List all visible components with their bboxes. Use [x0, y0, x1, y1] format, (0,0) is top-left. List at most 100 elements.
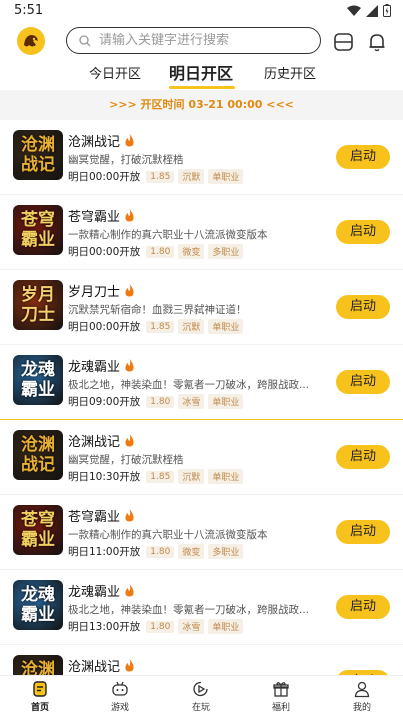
- game-thumbnail[interactable]: 沧渊战记: [13, 655, 63, 675]
- hot-flame-icon: [125, 209, 134, 222]
- game-tag: 单职业: [208, 394, 244, 409]
- game-list-item[interactable]: 沧渊战记 沧渊战记 幽冥觉醒，打破沉默桎梏 明日10:30开放 1.85 沉默 单职业 启动: [0, 420, 403, 495]
- game-tag: 沉默: [178, 319, 205, 334]
- game-title: 沧渊战记: [68, 135, 121, 150]
- gift-icon: [273, 682, 289, 697]
- game-tag: 1.85: [146, 320, 175, 333]
- game-tag: 沉默: [178, 469, 205, 484]
- game-open-time: 明日00:00开放: [68, 171, 141, 183]
- tab-bar: 今日开区 明日开区 历史开区: [0, 62, 403, 90]
- category-icon[interactable]: [333, 31, 355, 53]
- nav-playing-label: 在玩: [191, 703, 210, 713]
- game-list-item[interactable]: 龙魂霸业 龙魂霸业 极北之地，神装染血！零氪者一刀破冰，跨服战政... 明日09:00…: [0, 345, 403, 420]
- game-tag: 单职业: [208, 319, 244, 334]
- game-tag: 多职业: [208, 544, 244, 559]
- game-description: 极北之地，神装染血！零氪者一刀破冰，跨服战政...: [68, 604, 310, 616]
- game-list-item[interactable]: 沧渊战记 沧渊战记 幽冥觉醒，打破沉默桎梏 明日00:00开放 1.85 沉默 单职业 启动: [0, 120, 403, 195]
- game-title-row: 苍穹霸业: [68, 206, 135, 225]
- status-icons: [347, 4, 391, 17]
- game-thumbnail-art: 沧渊战记: [21, 435, 55, 475]
- app-logo[interactable]: [17, 27, 45, 55]
- game-tag: 微变: [178, 544, 205, 559]
- game-description: 沉默禁咒斩宿命！血戮三界弑神证道！: [68, 304, 247, 316]
- nav-mine-label: 我的: [352, 703, 371, 713]
- game-title: 沧渊战记: [68, 660, 121, 675]
- game-tag: 单职业: [208, 169, 244, 184]
- game-meta: 明日00:00开放 1.85 沉默 单职业: [68, 319, 244, 334]
- game-meta: 明日09:00开放 1.80 冰雪 单职业: [68, 394, 244, 409]
- game-open-time: 明日00:00开放: [68, 321, 141, 333]
- game-meta: 明日00:00开放 1.80 微变 多职业: [68, 244, 244, 259]
- game-title-row: 龙魂霸业: [68, 581, 135, 600]
- hot-flame-icon: [125, 359, 134, 372]
- game-list-item[interactable]: 龙魂霸业 龙魂霸业 极北之地，神装染血！零氪者一刀破冰，跨服战政... 明日13:00…: [0, 570, 403, 645]
- game-thumbnail[interactable]: 龙魂霸业: [13, 355, 63, 405]
- game-meta: 明日10:30开放 1.85 沉默 单职业: [68, 469, 244, 484]
- game-description: 一款精心制作的真六职业十八流派微变版本: [68, 229, 268, 241]
- dragon-logo-icon: [24, 35, 38, 47]
- start-button[interactable]: 启动: [336, 145, 390, 169]
- game-thumbnail-art: 苍穹霸业: [21, 210, 55, 250]
- nav-mine[interactable]: 我的: [332, 680, 392, 713]
- game-description: 一款精心制作的真六职业十八流派微变版本: [68, 529, 268, 541]
- status-time: 5:51: [14, 3, 44, 18]
- game-thumbnail[interactable]: 沧渊战记: [13, 430, 63, 480]
- game-thumbnail[interactable]: 沧渊战记: [13, 130, 63, 180]
- start-button[interactable]: 启动: [336, 220, 390, 244]
- tab-today[interactable]: 今日开区: [89, 62, 141, 90]
- game-description: 极北之地，神装染血！零氪者一刀破冰，跨服战政...: [68, 379, 310, 391]
- game-title: 龙魂霸业: [68, 360, 121, 375]
- game-thumbnail-art: 龙魂霸业: [21, 585, 55, 625]
- signal-icon: [366, 4, 378, 17]
- game-thumbnail[interactable]: 岁月刀士: [13, 280, 63, 330]
- search-icon: [79, 34, 91, 46]
- game-thumbnail[interactable]: 苍穹霸业: [13, 205, 63, 255]
- tab-history[interactable]: 历史开区: [264, 62, 316, 90]
- game-title: 沧渊战记: [68, 435, 121, 450]
- hot-flame-icon: [125, 434, 134, 447]
- start-button[interactable]: 启动: [336, 370, 390, 394]
- game-thumbnail[interactable]: 龙魂霸业: [13, 580, 63, 630]
- start-button[interactable]: 启动: [336, 445, 390, 469]
- hot-flame-icon: [125, 659, 134, 672]
- bell-icon[interactable]: [366, 31, 388, 53]
- start-button[interactable]: 启动: [336, 520, 390, 544]
- game-thumbnail-art: 龙魂霸业: [21, 360, 55, 400]
- nav-welfare[interactable]: 福利: [251, 680, 311, 713]
- game-open-time: 明日10:30开放: [68, 471, 141, 483]
- game-title: 苍穹霸业: [68, 210, 121, 225]
- nav-home-label: 首页: [30, 703, 49, 713]
- start-button[interactable]: 启动: [336, 595, 390, 619]
- game-list-item[interactable]: 岁月刀士 岁月刀士 沉默禁咒斩宿命！血戮三界弑神证道！ 明日00:00开放 1.85 沉默…: [0, 270, 403, 345]
- game-title: 苍穹霸业: [68, 510, 121, 525]
- nav-games[interactable]: 游戏: [90, 680, 150, 713]
- game-title: 岁月刀士: [68, 285, 121, 300]
- game-tag: 冰雪: [178, 619, 205, 634]
- game-tag: 单职业: [208, 619, 244, 634]
- start-button[interactable]: 启动: [336, 295, 390, 319]
- search-bar[interactable]: [66, 27, 321, 54]
- game-list-item[interactable]: 苍穹霸业 苍穹霸业 一款精心制作的真六职业十八流派微变版本 明日11:00开放 1.80…: [0, 495, 403, 570]
- game-list-item[interactable]: 苍穹霸业 苍穹霸业 一款精心制作的真六职业十八流派微变版本 明日00:00开放 1.80…: [0, 195, 403, 270]
- game-title-row: 岁月刀士: [68, 281, 135, 300]
- game-list: 沧渊战记 沧渊战记 幽冥觉醒，打破沉默桎梏 明日00:00开放 1.85 沉默 单职业 启动苍…: [0, 120, 403, 675]
- game-title-row: 沧渊战记: [68, 131, 135, 150]
- game-tag: 1.85: [146, 470, 175, 483]
- game-title-row: 龙魂霸业: [68, 356, 135, 375]
- game-description: 幽冥觉醒，打破沉默桎梏: [68, 454, 184, 466]
- game-list-item[interactable]: 沧渊战记沧渊战记启动: [0, 645, 403, 675]
- nav-playing[interactable]: 在玩: [171, 680, 231, 713]
- game-thumbnail-art: 岁月刀士: [21, 285, 55, 325]
- game-title: 龙魂霸业: [68, 585, 121, 600]
- game-thumbnail-art: 沧渊战记: [21, 135, 55, 175]
- bottom-nav: 首页 游戏 在玩 福利 我的: [0, 675, 403, 718]
- game-meta: 明日00:00开放 1.85 沉默 单职业: [68, 169, 244, 184]
- game-tag: 1.80: [146, 245, 175, 258]
- open-time-banner: >>> 开区时间 03-21 00:00 <<<: [0, 90, 403, 120]
- game-meta: 明日13:00开放 1.80 冰雪 单职业: [68, 619, 244, 634]
- game-title-row: 沧渊战记: [68, 431, 135, 450]
- game-thumbnail[interactable]: 苍穹霸业: [13, 505, 63, 555]
- hot-flame-icon: [125, 284, 134, 297]
- search-input[interactable]: [99, 33, 309, 48]
- nav-home[interactable]: 首页: [10, 680, 70, 713]
